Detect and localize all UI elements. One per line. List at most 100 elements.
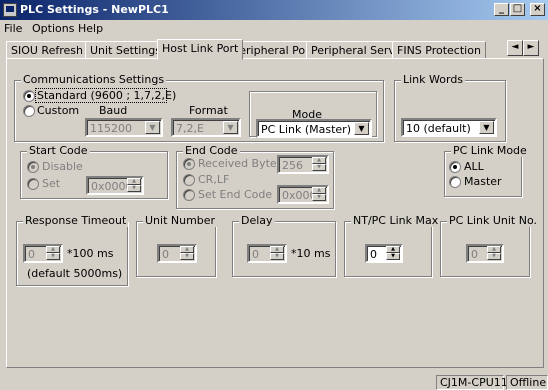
spinner[interactable]: ▲ ▼ <box>487 246 501 261</box>
spin-down-icon[interactable]: ▼ <box>312 194 326 201</box>
app-icon[interactable] <box>3 3 17 17</box>
custom-radio[interactable] <box>23 105 35 117</box>
nt-pc-link-max-spinbox[interactable]: 0 ▲ ▼ <box>365 244 403 263</box>
set-end-code-radio[interactable] <box>183 189 195 201</box>
spinner[interactable]: ▲ ▼ <box>127 178 141 193</box>
tab-host-link-port[interactable]: Host Link Port <box>157 39 244 60</box>
pc-link-all-radio[interactable] <box>449 161 461 173</box>
baud-select[interactable]: 115200 ▼ <box>85 118 163 137</box>
spin-down-icon[interactable]: ▼ <box>312 164 326 171</box>
start-code-spinbox[interactable]: 0x0000 ▲ ▼ <box>86 176 144 195</box>
crlf-label: CR,LF <box>198 173 230 186</box>
status-model: CJ1M-CPU11 <box>436 375 508 390</box>
spin-down-icon[interactable]: ▼ <box>127 185 141 192</box>
close-button[interactable]: × <box>530 3 545 16</box>
response-timeout-legend: Response Timeout <box>23 214 129 227</box>
unit-number-value: 0 <box>162 248 169 261</box>
pc-link-unit-no-value: 0 <box>471 248 478 261</box>
spin-up-icon[interactable]: ▲ <box>386 246 400 253</box>
start-code-legend: Start Code <box>27 144 90 157</box>
link-words-select[interactable]: 10 (default) ▼ <box>401 118 497 137</box>
spin-up-icon[interactable]: ▲ <box>127 178 141 185</box>
tab-fins-protection[interactable]: FINS Protection <box>392 41 486 59</box>
menu-help[interactable]: Help <box>78 22 103 35</box>
pc-link-master-radio[interactable] <box>449 176 461 188</box>
start-code-group: Start Code Disable Set 0x0000 ▲ ▼ <box>20 144 168 199</box>
format-label: Format <box>189 104 228 117</box>
chevron-down-icon[interactable]: ▼ <box>479 121 494 134</box>
status-bar: CJ1M-CPU11 Offline <box>0 372 548 390</box>
unit-number-legend: Unit Number <box>143 214 218 227</box>
spinner[interactable]: ▲ ▼ <box>386 246 400 261</box>
mode-group: Mode PC Link (Master) ▼ <box>249 91 377 138</box>
spin-down-icon[interactable]: ▼ <box>46 253 60 260</box>
start-disable-label: Disable <box>42 160 83 173</box>
spinner[interactable]: ▲ ▼ <box>46 246 60 261</box>
pc-link-mode-legend: PC Link Mode <box>451 144 529 157</box>
nt-pc-link-max-group: NT/PC Link Max 0 ▲ ▼ <box>344 214 441 277</box>
received-bytes-label: Received Bytes <box>198 157 283 170</box>
pc-link-unit-no-group: PC Link Unit No. 0 ▲ ▼ <box>440 214 539 277</box>
unit-number-group: Unit Number 0 ▲ ▼ <box>136 214 218 277</box>
delay-group: Delay 0 ▲ ▼ *10 ms <box>232 214 336 277</box>
menu-options[interactable]: Options <box>32 22 74 35</box>
tab-unit-settings[interactable]: Unit Settings <box>85 41 167 59</box>
response-timeout-spinbox[interactable]: 0 ▲ ▼ <box>23 244 63 263</box>
response-timeout-value: 0 <box>28 248 35 261</box>
chevron-down-icon[interactable]: ▼ <box>223 121 238 134</box>
set-end-code-spinbox[interactable]: 0x0000 ▲ ▼ <box>277 185 329 204</box>
spinner[interactable]: ▲ ▼ <box>312 157 326 172</box>
status-state: Offline <box>506 375 548 390</box>
response-timeout-note: (default 5000ms) <box>27 267 123 280</box>
spin-up-icon[interactable]: ▲ <box>312 157 326 164</box>
end-code-group: End Code Received Bytes 256 ▲ ▼ CR,LF Se… <box>176 144 334 209</box>
spin-up-icon[interactable]: ▲ <box>487 246 501 253</box>
menu-file[interactable]: File <box>4 22 22 35</box>
end-code-legend: End Code <box>183 144 240 157</box>
standard-radio[interactable] <box>23 90 35 102</box>
baud-value: 115200 <box>90 122 132 135</box>
tab-scroll-right-button[interactable]: ► <box>523 40 539 56</box>
custom-label: Custom <box>37 104 80 117</box>
spin-down-icon[interactable]: ▼ <box>386 253 400 260</box>
tab-scroll-left-button[interactable]: ◄ <box>507 40 523 56</box>
menu-bar: File Options Help <box>0 20 548 38</box>
received-bytes-spinbox[interactable]: 256 ▲ ▼ <box>277 155 329 174</box>
spin-down-icon[interactable]: ▼ <box>270 253 284 260</box>
chevron-down-icon[interactable]: ▼ <box>354 122 369 135</box>
window-title: PLC Settings - NewPLC1 <box>20 3 169 16</box>
spin-down-icon[interactable]: ▼ <box>180 253 194 260</box>
maximize-button[interactable]: □ <box>510 3 525 16</box>
format-select[interactable]: 7,2,E ▼ <box>171 118 241 137</box>
nt-pc-link-max-value: 0 <box>370 248 377 261</box>
delay-legend: Delay <box>239 214 275 227</box>
set-end-code-label: Set End Code <box>198 188 273 201</box>
spin-up-icon[interactable]: ▲ <box>46 246 60 253</box>
mode-select[interactable]: PC Link (Master) ▼ <box>256 119 372 138</box>
tab-siou-refresh[interactable]: SIOU Refresh <box>6 41 88 59</box>
spinner[interactable]: ▲ ▼ <box>180 246 194 261</box>
pc-link-unit-no-legend: PC Link Unit No. <box>447 214 539 227</box>
pc-link-all-label: ALL <box>464 160 484 173</box>
baud-label: Baud <box>99 104 128 117</box>
pc-link-unit-no-spinbox[interactable]: 0 ▲ ▼ <box>466 244 504 263</box>
delay-spinbox[interactable]: 0 ▲ ▼ <box>247 244 287 263</box>
spinner[interactable]: ▲ ▼ <box>312 187 326 202</box>
link-words-legend: Link Words <box>401 73 466 86</box>
delay-unit: *10 ms <box>291 247 331 260</box>
nt-pc-link-max-legend: NT/PC Link Max <box>351 214 441 227</box>
spin-up-icon[interactable]: ▲ <box>270 246 284 253</box>
spin-up-icon[interactable]: ▲ <box>312 187 326 194</box>
pc-link-mode-group: PC Link Mode ALL Master <box>444 144 529 197</box>
chevron-down-icon[interactable]: ▼ <box>145 121 160 134</box>
spin-up-icon[interactable]: ▲ <box>180 246 194 253</box>
minimize-button[interactable]: _ <box>494 3 509 16</box>
spin-down-icon[interactable]: ▼ <box>487 253 501 260</box>
spinner[interactable]: ▲ ▼ <box>270 246 284 261</box>
start-set-label: Set <box>42 177 61 190</box>
unit-number-spinbox[interactable]: 0 ▲ ▼ <box>157 244 197 263</box>
crlf-radio[interactable] <box>183 174 195 186</box>
received-bytes-radio[interactable] <box>183 158 195 170</box>
start-disable-radio[interactable] <box>27 161 39 173</box>
start-set-radio[interactable] <box>27 178 39 190</box>
